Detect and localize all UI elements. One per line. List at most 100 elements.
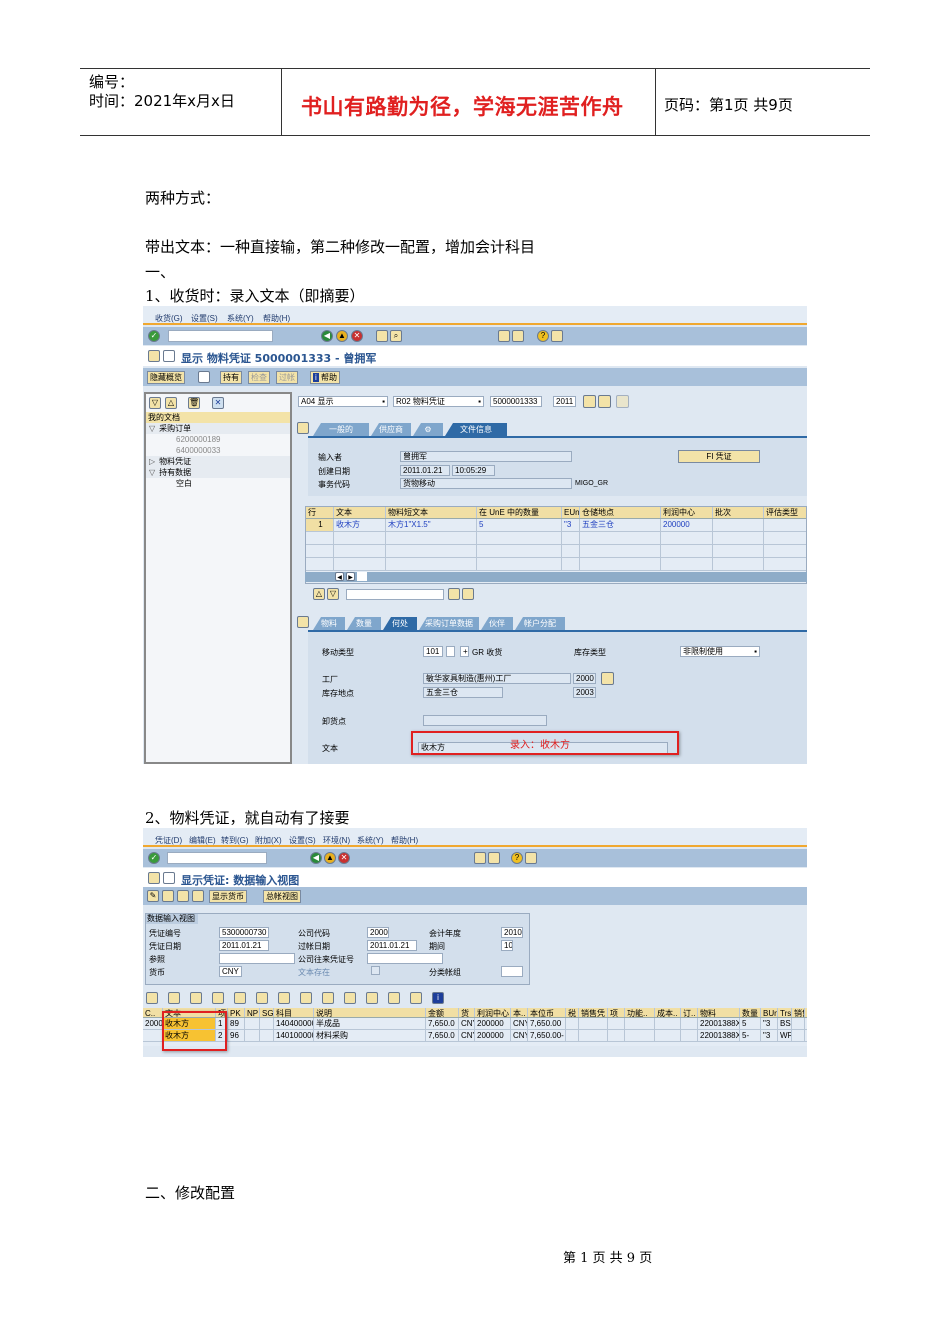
year-input[interactable]: 2011 — [553, 396, 576, 407]
toggle-header-icon[interactable] — [297, 422, 309, 434]
enter-icon[interactable]: ✓ — [148, 852, 160, 864]
gl-view-button[interactable]: 总帐视图 — [263, 890, 301, 903]
column-header[interactable]: C.. — [143, 1008, 163, 1017]
post-button[interactable]: 过帐 — [276, 371, 298, 384]
expanded-icon[interactable]: ▽ — [149, 424, 155, 433]
table-cell[interactable]: "3 — [761, 1018, 778, 1029]
table-cell[interactable] — [713, 519, 764, 531]
tab-文件信息[interactable]: 文件信息 — [445, 423, 507, 436]
table-cell[interactable] — [608, 1030, 625, 1041]
cancel-icon[interactable]: ✕ — [351, 330, 363, 342]
table-cell[interactable]: 200000 — [661, 519, 713, 531]
table-cell[interactable] — [713, 558, 764, 570]
execute-icon[interactable] — [583, 395, 596, 408]
table-cell[interactable] — [764, 519, 807, 531]
menu-item[interactable]: 转到(G) — [221, 835, 249, 846]
table-cell[interactable] — [579, 1030, 608, 1041]
table-row[interactable] — [306, 558, 806, 571]
table-cell[interactable] — [562, 532, 580, 544]
column-header[interactable]: 评估类型 — [764, 507, 807, 518]
tab-数量[interactable]: 数量 — [347, 617, 381, 630]
tab-一般的[interactable]: 一般的 — [313, 423, 369, 436]
info-icon[interactable]: i — [432, 992, 444, 1004]
tab-icon[interactable]: ⚙ — [413, 423, 443, 436]
column-header[interactable]: EUn — [562, 507, 580, 518]
column-header[interactable]: 销售凭 — [579, 1008, 608, 1017]
enter-icon[interactable]: ✓ — [148, 330, 160, 342]
column-header[interactable]: 利润中心 — [661, 507, 713, 518]
menu-item[interactable]: 系统(Y) — [227, 313, 254, 324]
check-button[interactable]: 检查 — [248, 371, 270, 384]
menu-item[interactable]: 凭证(D) — [155, 835, 182, 846]
expand-all-icon[interactable]: ▽ — [149, 397, 161, 409]
hold-button[interactable]: 持有 — [220, 371, 242, 384]
column-header[interactable]: 订.. — [681, 1008, 698, 1017]
table-cell[interactable] — [681, 1018, 698, 1029]
table-cell[interactable]: 材料采购 — [314, 1030, 426, 1041]
table-cell[interactable] — [245, 1030, 260, 1041]
find-icon[interactable] — [212, 992, 224, 1004]
reference-select[interactable]: R02 物料凭证 ▪ — [393, 396, 484, 407]
column-header[interactable]: 货 — [459, 1008, 475, 1017]
table-cell[interactable]: 5- — [740, 1030, 761, 1041]
menu-item[interactable]: 帮助(H) — [391, 835, 418, 846]
grid-icon[interactable] — [616, 395, 629, 408]
column-header[interactable]: 科目 — [274, 1008, 314, 1017]
help-icon[interactable]: ? — [537, 330, 549, 342]
table-cell[interactable]: 1 — [306, 519, 334, 531]
table-cell[interactable] — [143, 1030, 163, 1041]
export-icon[interactable] — [344, 992, 356, 1004]
overview-icon[interactable] — [148, 350, 160, 362]
back-icon[interactable]: ◀ — [310, 852, 322, 864]
column-header[interactable]: 文本 — [334, 507, 386, 518]
document-number-input[interactable]: 5000001333 — [490, 396, 542, 407]
table-cell[interactable]: 96 — [228, 1030, 245, 1041]
table-cell[interactable] — [477, 558, 562, 570]
table-cell[interactable]: 89 — [228, 1018, 245, 1029]
table-cell[interactable]: 半成品 — [314, 1018, 426, 1029]
table-cell[interactable] — [661, 532, 713, 544]
table-cell[interactable] — [306, 558, 334, 570]
table-row[interactable] — [306, 532, 806, 545]
help-icon[interactable]: ? — [511, 852, 523, 864]
tab-帐户分配[interactable]: 帐户分配 — [515, 617, 565, 630]
print-icon[interactable] — [376, 330, 388, 342]
column-header[interactable]: 销售 — [792, 1008, 805, 1017]
table-cell[interactable] — [566, 1030, 579, 1041]
table-cell[interactable]: 7,650.0 — [426, 1018, 459, 1029]
scroll-right-icon[interactable]: ▶ — [346, 572, 355, 581]
table-cell[interactable] — [260, 1018, 274, 1029]
sort-descending-icon[interactable] — [190, 992, 202, 1004]
table-row[interactable]: 2000收木方189140400000半成品7,650.0CNY200000CN… — [143, 1018, 807, 1030]
column-header[interactable]: 说明 — [314, 1008, 426, 1017]
column-header[interactable]: 本位币 — [528, 1008, 566, 1017]
search-icon[interactable] — [598, 395, 611, 408]
tab-伙伴[interactable]: 伙伴 — [481, 617, 513, 630]
sort-ascending-icon[interactable] — [168, 992, 180, 1004]
tree-node[interactable]: ▽ 采购订单 — [146, 423, 290, 434]
find-icon[interactable]: ⌕ — [390, 330, 402, 342]
overview-icon[interactable] — [148, 872, 160, 884]
tree-node[interactable]: 6200000189 — [146, 434, 290, 445]
table-cell[interactable]: 2000 — [143, 1018, 163, 1029]
column-header[interactable]: 仓储地点 — [580, 507, 661, 518]
command-field[interactable] — [168, 330, 273, 342]
new-session-icon[interactable] — [498, 330, 510, 342]
column-header[interactable]: PK — [228, 1008, 245, 1017]
table-cell[interactable] — [306, 545, 334, 557]
tab-物料[interactable]: 物料 — [313, 617, 345, 630]
table-cell[interactable] — [477, 532, 562, 544]
tab-供应商[interactable]: 供应商 — [371, 423, 411, 436]
column-header[interactable]: 物料短文本 — [386, 507, 477, 518]
table-cell[interactable]: "3 — [761, 1030, 778, 1041]
column-header[interactable]: Trs — [778, 1008, 792, 1017]
table-cell[interactable] — [764, 545, 807, 557]
fi-document-button[interactable]: FI 凭证 — [678, 450, 760, 463]
column-header[interactable]: 金额 — [426, 1008, 459, 1017]
table-cell[interactable]: CNY — [459, 1030, 475, 1041]
column-header[interactable]: 项 — [608, 1008, 625, 1017]
sort-icon[interactable]: △ — [313, 588, 325, 600]
column-header[interactable]: 利润中心 — [475, 1008, 511, 1017]
table-cell[interactable] — [792, 1018, 805, 1029]
tree-node[interactable]: 6400000033 — [146, 445, 290, 456]
